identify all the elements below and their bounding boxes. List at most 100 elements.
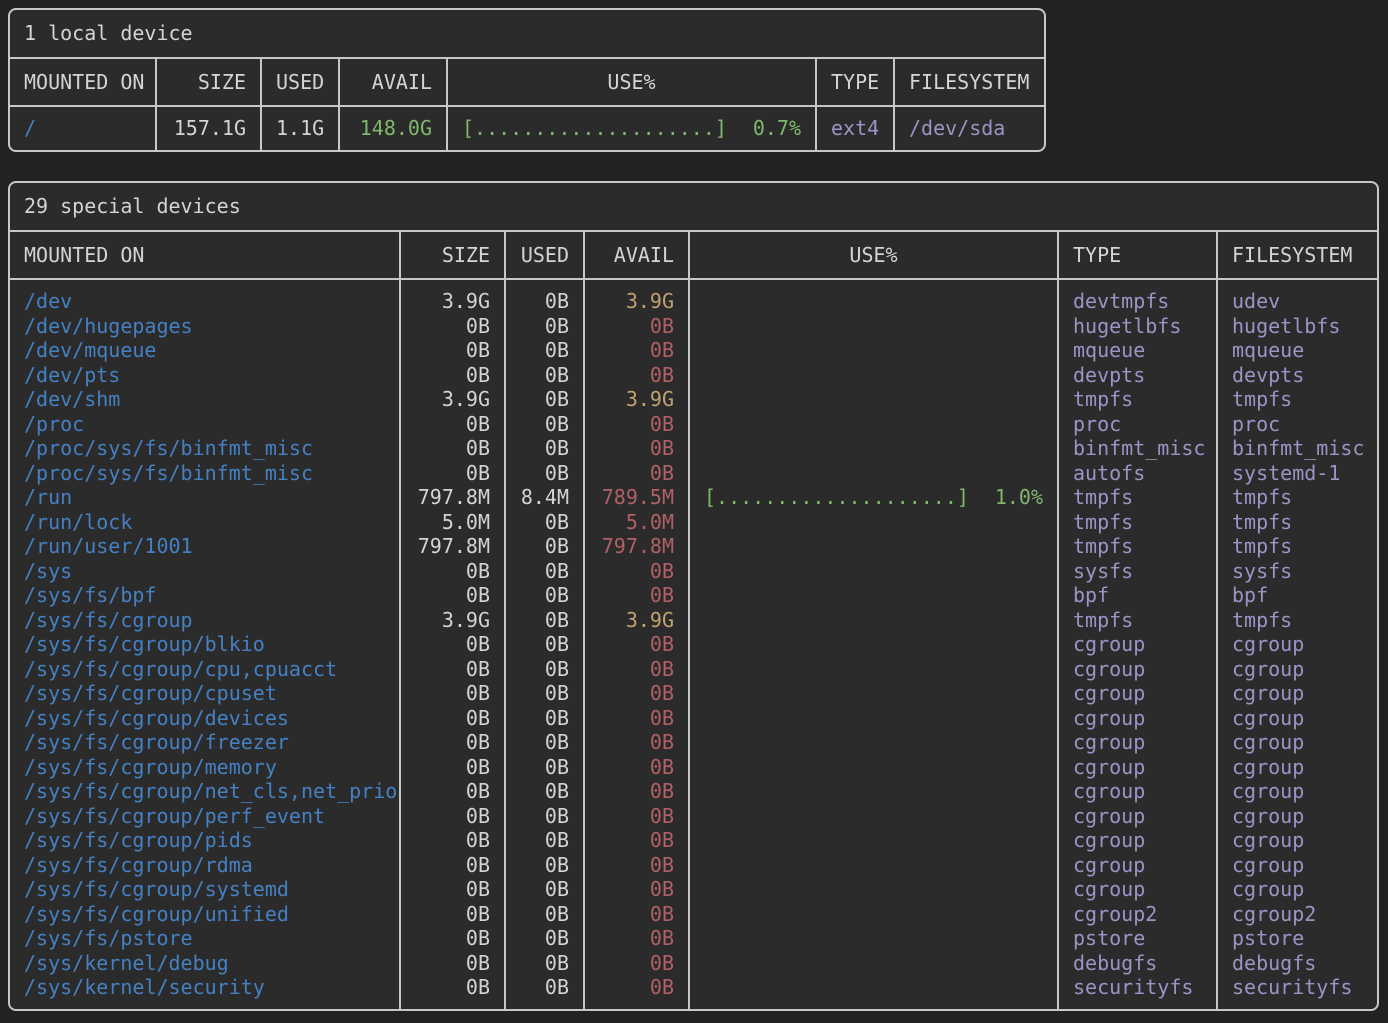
mount-cell: /run/user/1001: [10, 534, 399, 559]
type-cell: tmpfs: [1059, 387, 1216, 412]
size-cell: 3.9G: [401, 608, 504, 633]
mount-cell: /sys/fs/cgroup/cpuset: [10, 681, 399, 706]
column-header-size: SIZE: [155, 59, 260, 106]
mount-cell: /sys/fs/cgroup/blkio: [10, 632, 399, 657]
usage-percent: 0.7%: [753, 116, 801, 141]
usage-bar: [704, 804, 716, 829]
use-pct-cell: [690, 853, 1057, 878]
special-table-header: MOUNTED ONSIZEUSEDAVAILUSE%TYPEFILESYSTE…: [10, 232, 1377, 281]
usage-bar: [704, 559, 716, 584]
table-column-filesystem: /dev/sda: [893, 107, 1044, 150]
usage-bar: [704, 877, 716, 902]
filesystem-cell: cgroup: [1218, 706, 1377, 731]
size-cell: 0B: [401, 436, 504, 461]
usage-bar: [704, 608, 716, 633]
table-column-mount: /: [10, 107, 155, 150]
usage-bar: [704, 314, 716, 339]
filesystem-cell: cgroup: [1218, 632, 1377, 657]
usage-bar: [704, 534, 716, 559]
filesystem-cell: cgroup: [1218, 779, 1377, 804]
filesystem-cell: cgroup: [1218, 804, 1377, 829]
column-header-avail: AVAIL: [338, 59, 446, 106]
table-column-avail: 3.9G0B0B0B3.9G0B0B0B789.5M5.0M797.8M0B0B…: [583, 280, 688, 1009]
use-pct-cell: [690, 706, 1057, 731]
mount-cell: /sys/fs/cgroup/freezer: [10, 730, 399, 755]
type-cell: cgroup2: [1059, 902, 1216, 927]
column-header-size: SIZE: [399, 232, 504, 279]
special-devices-table: 29 special devices MOUNTED ONSIZEUSEDAVA…: [8, 181, 1379, 1011]
size-cell: 0B: [401, 657, 504, 682]
mount-cell: /run: [10, 485, 399, 510]
mount-cell: /dev/shm: [10, 387, 399, 412]
usage-percent: [1031, 608, 1043, 633]
use-pct-cell: [690, 412, 1057, 437]
avail-cell: 0B: [585, 877, 688, 902]
mount-cell: /sys/fs/pstore: [10, 926, 399, 951]
avail-cell: 0B: [585, 779, 688, 804]
used-cell: 0B: [506, 706, 583, 731]
used-cell: 0B: [506, 608, 583, 633]
usage-bar: [704, 951, 716, 976]
table-column-use: [....................]1.0%: [688, 280, 1057, 1009]
type-cell: debugfs: [1059, 951, 1216, 976]
type-cell: cgroup: [1059, 681, 1216, 706]
size-cell: 0B: [401, 902, 504, 927]
type-cell: cgroup: [1059, 779, 1216, 804]
mount-cell: /proc: [10, 412, 399, 437]
used-cell: 0B: [506, 314, 583, 339]
avail-cell: 0B: [585, 804, 688, 829]
mount-cell: /sys/fs/cgroup: [10, 608, 399, 633]
avail-cell: 3.9G: [585, 608, 688, 633]
filesystem-cell: sysfs: [1218, 559, 1377, 584]
filesystem-cell: systemd-1: [1218, 461, 1377, 486]
size-cell: 0B: [401, 706, 504, 731]
size-cell: 0B: [401, 583, 504, 608]
type-cell: cgroup: [1059, 877, 1216, 902]
filesystem-cell: tmpfs: [1218, 387, 1377, 412]
type-cell: tmpfs: [1059, 485, 1216, 510]
used-cell: 0B: [506, 657, 583, 682]
use-pct-cell: [690, 926, 1057, 951]
used-cell: 0B: [506, 436, 583, 461]
usage-bar: [704, 706, 716, 731]
used-cell: 0B: [506, 534, 583, 559]
usage-bar: [704, 387, 716, 412]
used-cell: 0B: [506, 755, 583, 780]
used-cell: 0B: [506, 902, 583, 927]
used-cell: 0B: [506, 877, 583, 902]
usage-percent: 1.0%: [995, 485, 1043, 510]
avail-cell: 0B: [585, 828, 688, 853]
used-cell: 0B: [506, 289, 583, 314]
usage-bar: [704, 436, 716, 461]
use-pct-cell: [690, 289, 1057, 314]
size-cell: 0B: [401, 975, 504, 1000]
usage-bar: [704, 412, 716, 437]
filesystem-cell: proc: [1218, 412, 1377, 437]
usage-percent: [1031, 877, 1043, 902]
usage-bar: [704, 926, 716, 951]
table-column-used: 0B0B0B0B0B0B0B0B8.4M0B0B0B0B0B0B0B0B0B0B…: [504, 280, 583, 1009]
type-cell: securityfs: [1059, 975, 1216, 1000]
usage-percent: [1031, 436, 1043, 461]
usage-percent: [1031, 951, 1043, 976]
type-cell: cgroup: [1059, 853, 1216, 878]
avail-cell: 0B: [585, 730, 688, 755]
used-cell: 0B: [506, 412, 583, 437]
used-cell: 0B: [506, 461, 583, 486]
usage-percent: [1031, 363, 1043, 388]
filesystem-cell: pstore: [1218, 926, 1377, 951]
type-cell: mqueue: [1059, 338, 1216, 363]
usage-bar: [704, 289, 716, 314]
avail-cell: 0B: [585, 755, 688, 780]
usage-bar: [704, 975, 716, 1000]
mount-cell: /sys/fs/cgroup/rdma: [10, 853, 399, 878]
mount-cell: /dev: [10, 289, 399, 314]
use-pct-cell: [690, 632, 1057, 657]
filesystem-cell: bpf: [1218, 583, 1377, 608]
use-pct-cell: [690, 510, 1057, 535]
use-pct-cell: [690, 730, 1057, 755]
filesystem-cell: tmpfs: [1218, 510, 1377, 535]
special-table-title: 29 special devices: [10, 183, 1377, 232]
used-cell: 0B: [506, 828, 583, 853]
use-pct-cell: [690, 804, 1057, 829]
